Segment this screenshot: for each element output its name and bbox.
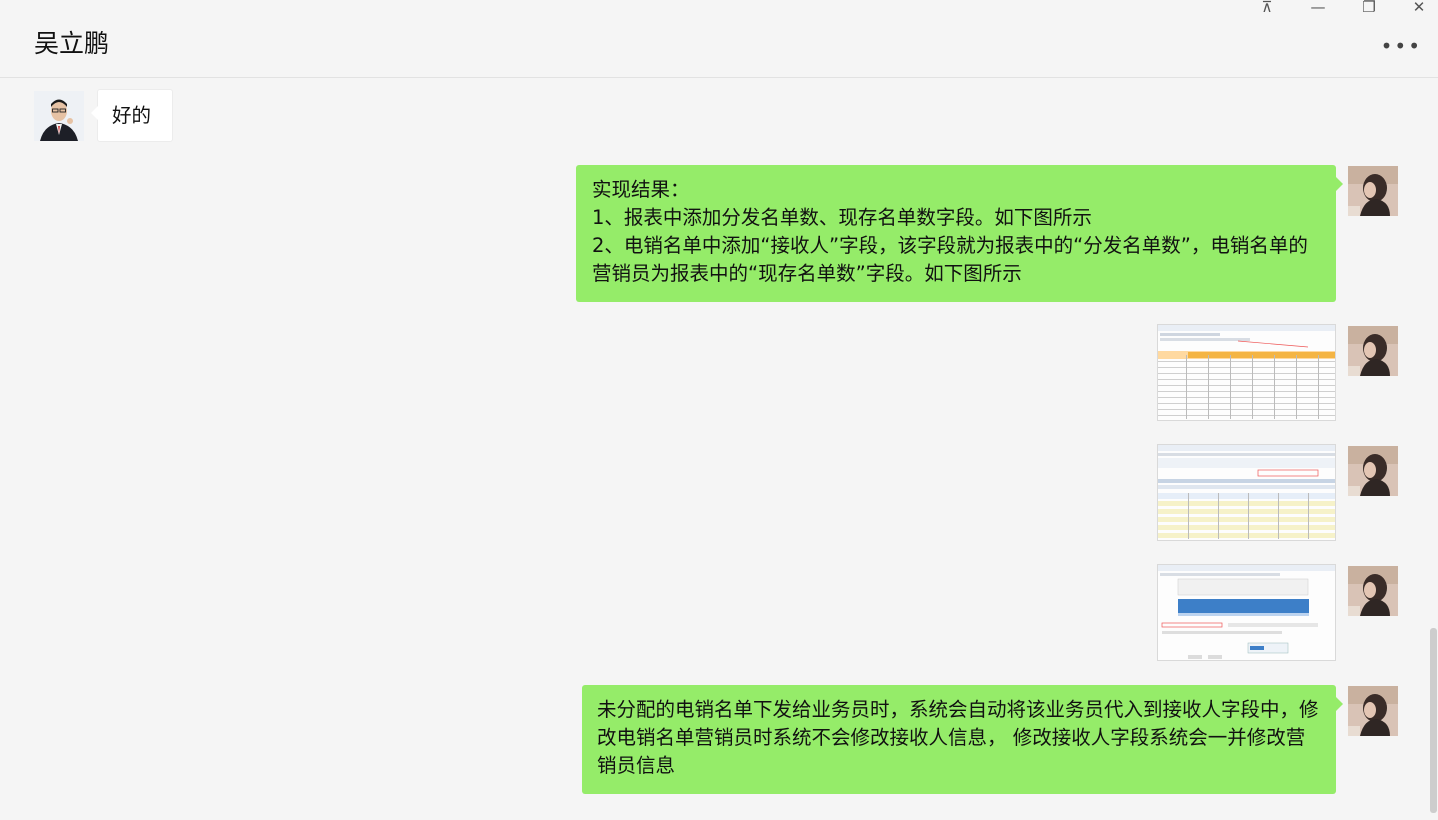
scrollbar[interactable] (1430, 628, 1437, 813)
minimize-icon[interactable]: — (1305, 0, 1331, 16)
my-avatar[interactable] (1348, 446, 1398, 496)
message-text: 未分配的电销名单下发给业务员时，系统会自动将该业务员代入到接收人字段中，修改电销… (597, 698, 1319, 777)
image-message-dialog[interactable] (1157, 564, 1336, 661)
my-avatar[interactable] (1348, 326, 1398, 376)
chat-title: 吴立鹏 (34, 29, 110, 58)
my-avatar[interactable] (1348, 166, 1398, 216)
restore-icon[interactable]: ❐ (1356, 0, 1382, 16)
my-message-bubble[interactable]: 未分配的电销名单下发给业务员时，系统会自动将该业务员代入到接收人字段中，修改电销… (582, 685, 1343, 794)
chat-header: 吴立鹏 ⊼ — ❐ ✕ ••• (0, 0, 1438, 78)
message-text: 2、电销名单中添加“接收人”字段，该字段就为报表中的“分发名单数”，电销名单的营… (592, 234, 1308, 285)
image-message-report[interactable] (1157, 324, 1336, 421)
message-text: 好的 (112, 104, 152, 127)
message-text: 实现结果： (592, 178, 690, 201)
contact-message-bubble[interactable]: 好的 (91, 89, 173, 142)
pin-icon[interactable]: ⊼ (1254, 0, 1280, 16)
my-message-bubble[interactable]: 实现结果： 1、报表中添加分发名单数、现存名单数字段。如下图所示 2、电销名单中… (576, 165, 1343, 302)
image-message-list[interactable] (1157, 444, 1336, 541)
contact-avatar[interactable] (34, 91, 84, 141)
my-avatar[interactable] (1348, 686, 1398, 736)
message-text: 1、报表中添加分发名单数、现存名单数字段。如下图所示 (592, 206, 1092, 229)
my-avatar[interactable] (1348, 566, 1398, 616)
close-icon[interactable]: ✕ (1406, 0, 1432, 16)
more-icon[interactable]: ••• (1381, 34, 1422, 58)
